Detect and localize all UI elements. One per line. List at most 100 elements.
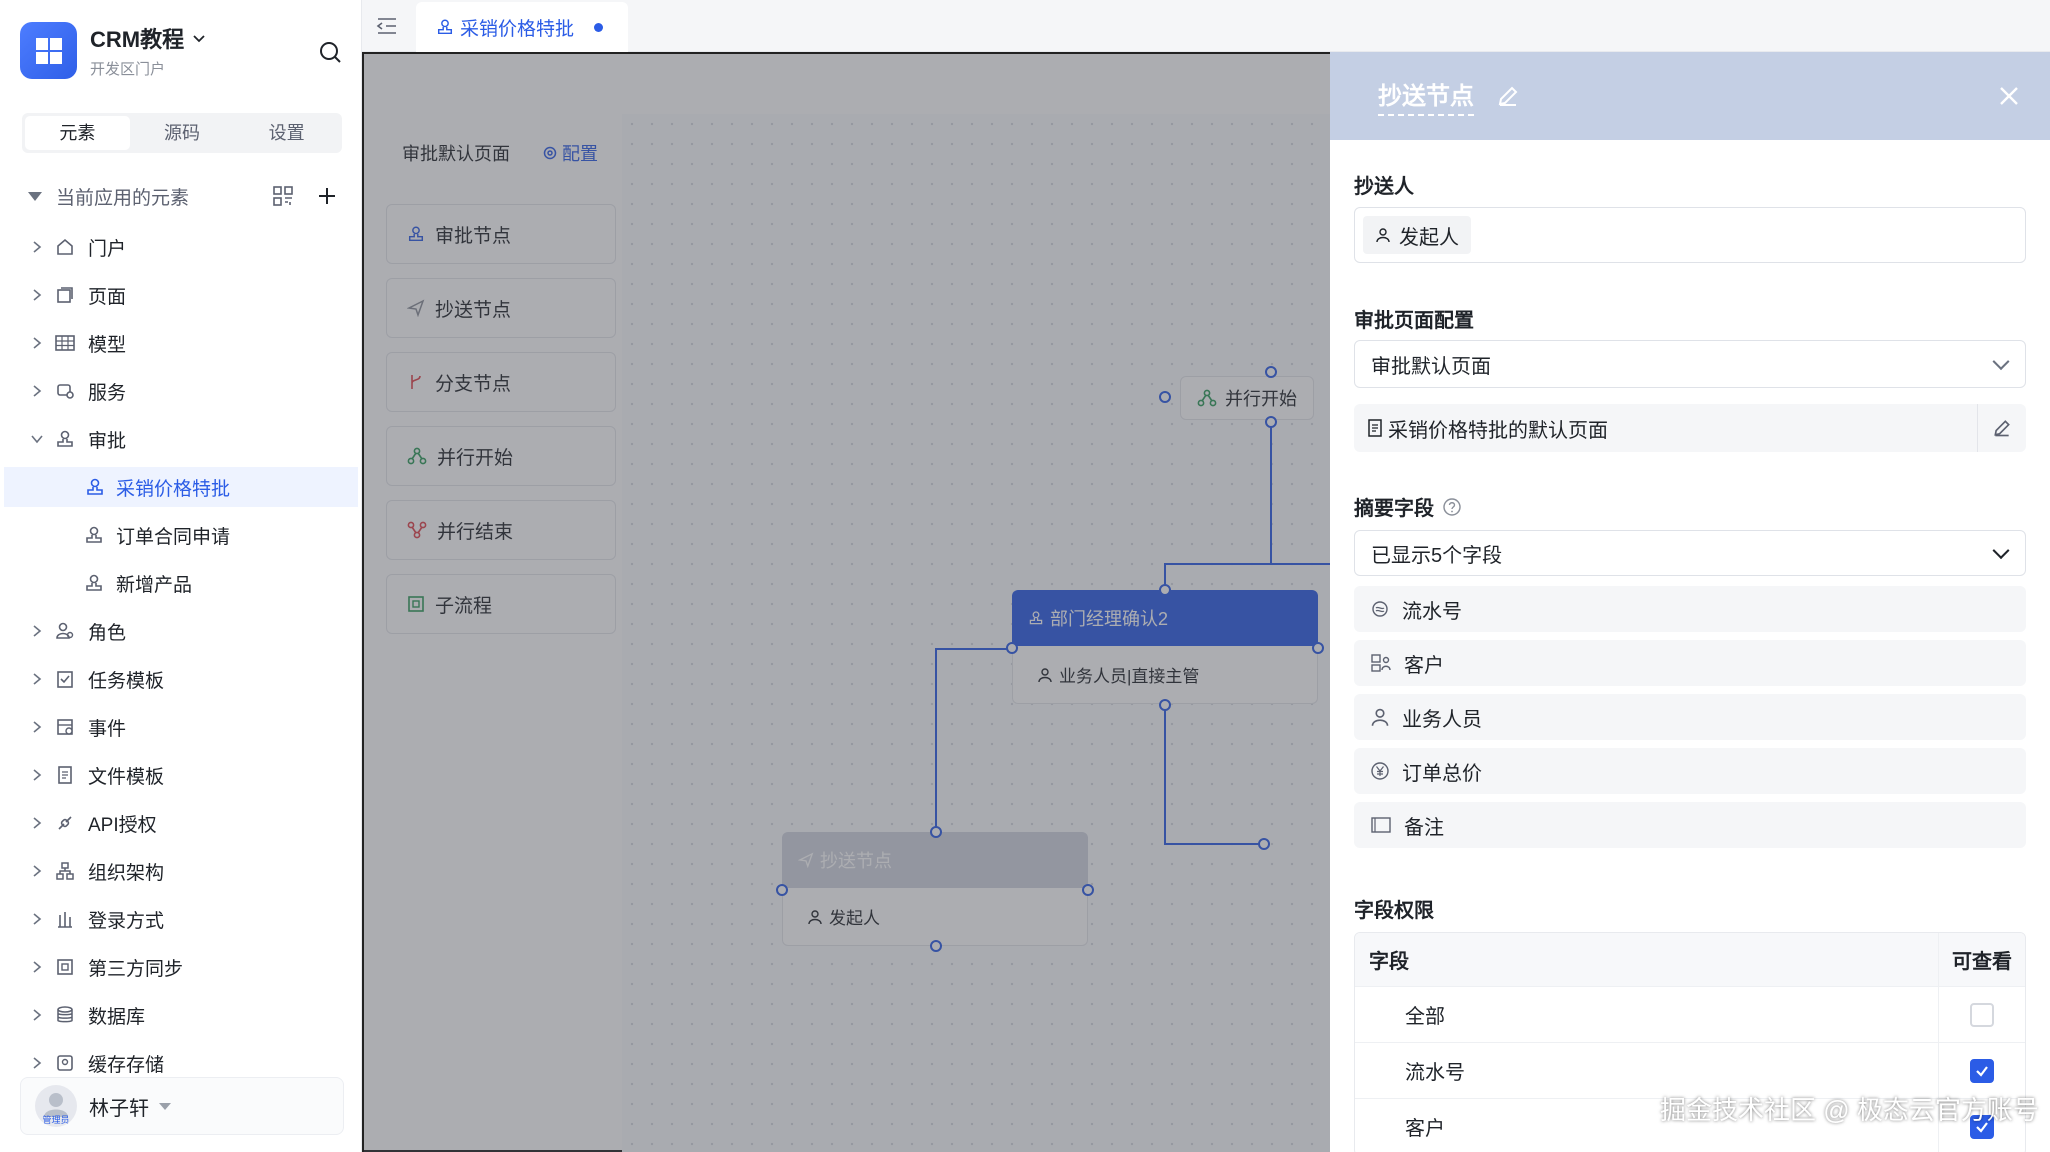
sidebar-item-label: 模型 <box>88 334 127 356</box>
page-link-label: 采销价格特批的默认页面 <box>1388 419 1608 442</box>
summary-field-label: 备注 <box>1404 816 1444 839</box>
caret-down-icon <box>159 1102 171 1110</box>
summary-fields-label: 摘要字段 <box>1354 492 1462 521</box>
chevron-right-icon <box>30 384 44 398</box>
sidebar-item-org[interactable]: 组织架构 <box>0 851 354 891</box>
stamp-icon <box>437 19 453 35</box>
app-header[interactable]: CRM教程 开发区门户 <box>20 22 206 79</box>
summary-field-row[interactable]: 订单总价 <box>1354 748 2026 794</box>
watermark: 掘金技术社区 @ 极态云官方账号 <box>1660 1095 2039 1125</box>
sidebar-item-label: 审批 <box>88 430 127 452</box>
login-icon <box>54 908 76 930</box>
stamp-icon <box>84 476 106 498</box>
sidebar-item-pages[interactable]: 页面 <box>0 275 354 315</box>
user-icon <box>1371 708 1389 726</box>
service-icon <box>54 380 76 402</box>
sidebar-item-new-product[interactable]: 新增产品 <box>0 563 354 603</box>
summary-label-text: 摘要字段 <box>1354 498 1434 520</box>
chevron-right-icon <box>30 1056 44 1070</box>
approval-page-link[interactable]: 采销价格特批的默认页面 <box>1354 404 2026 452</box>
sidebar-item-role[interactable]: 角色 <box>0 611 354 651</box>
summary-field-row[interactable]: 客户 <box>1354 640 2026 686</box>
cc-recipients-field[interactable]: 发起人 <box>1354 207 2026 263</box>
api-icon <box>54 812 76 834</box>
serial-number-icon <box>1372 601 1388 617</box>
edit-icon[interactable] <box>1496 84 1520 108</box>
sidebar-item-approval[interactable]: 审批 <box>0 419 354 459</box>
tab-source[interactable]: 源码 <box>130 116 235 150</box>
tab-elements[interactable]: 元素 <box>25 116 130 150</box>
help-icon[interactable] <box>1442 497 1462 517</box>
sidebar-item-portal[interactable]: 门户 <box>0 227 354 267</box>
event-icon <box>54 716 76 738</box>
sidebar-item-label: 组织架构 <box>88 862 165 884</box>
plus-icon[interactable] <box>316 185 338 207</box>
sidebar-item-label: 页面 <box>88 286 127 308</box>
tab-pricing-approval[interactable]: 采销价格特批 <box>416 2 628 52</box>
sidebar-item-database[interactable]: 数据库 <box>0 995 354 1035</box>
note-icon <box>1371 817 1391 833</box>
user-icon <box>1376 228 1390 243</box>
summary-field-label: 业务人员 <box>1402 708 1482 731</box>
sidebar-item-label: 服务 <box>88 382 127 404</box>
sidebar-item-label: 数据库 <box>88 1006 146 1028</box>
file-icon <box>54 764 76 786</box>
scan-icon[interactable] <box>272 185 294 207</box>
sidebar-item-label: 文件模板 <box>88 766 165 788</box>
sidebar-item-file-template[interactable]: 文件模板 <box>0 755 354 795</box>
user-menu[interactable]: 管理员 林子轩 <box>20 1077 344 1135</box>
table-icon <box>54 332 76 354</box>
drawer-title[interactable]: 抄送节点 <box>1378 76 1474 116</box>
caret-down-icon <box>28 191 42 201</box>
field-name: 全部 <box>1355 987 1939 1042</box>
database-icon <box>54 1004 76 1026</box>
page-config-label: 审批页面配置 <box>1354 310 1474 332</box>
chevron-right-icon <box>30 288 44 302</box>
app-subtitle: 开发区门户 <box>90 61 166 78</box>
summary-field-row[interactable]: 备注 <box>1354 802 2026 848</box>
chevron-right-icon <box>30 1008 44 1022</box>
sidebar-item-task-template[interactable]: 任务模板 <box>0 659 354 699</box>
edit-icon[interactable] <box>1992 418 2012 438</box>
column-header-visible: 可查看 <box>1952 951 2012 973</box>
sidebar-item-label: API授权 <box>88 814 157 836</box>
windows-logo-icon <box>20 22 77 79</box>
collapse-sidebar-icon[interactable] <box>376 16 398 36</box>
summary-field-row[interactable]: 业务人员 <box>1354 694 2026 740</box>
sidebar-item-order-contract[interactable]: 订单合同申请 <box>0 515 354 555</box>
visible-checkbox[interactable] <box>1970 1002 1994 1027</box>
stamp-icon <box>83 572 105 594</box>
sidebar-item-label: 门户 <box>88 238 127 260</box>
document-icon <box>1368 419 1382 437</box>
avatar: 管理员 <box>35 1085 77 1127</box>
sidebar-item-api-auth[interactable]: API授权 <box>0 803 354 843</box>
table-header-row: 字段 可查看 <box>1355 933 2025 987</box>
customer-icon <box>1371 654 1391 672</box>
tab-label: 采销价格特批 <box>460 18 575 40</box>
sidebar-item-login[interactable]: 登录方式 <box>0 899 354 939</box>
approval-page-select[interactable]: 审批默认页面 <box>1354 340 2026 388</box>
visible-checkbox[interactable] <box>1970 1058 1994 1083</box>
sidebar-item-service[interactable]: 服务 <box>0 371 354 411</box>
sidebar-item-model[interactable]: 模型 <box>0 323 354 363</box>
chevron-right-icon <box>30 336 44 350</box>
sidebar-item-label: 登录方式 <box>88 910 165 932</box>
chevron-right-icon <box>30 816 44 830</box>
summary-fields-select[interactable]: 已显示5个字段 <box>1354 530 2026 576</box>
tree-section-header[interactable]: 当前应用的元素 <box>28 180 338 212</box>
tab-settings[interactable]: 设置 <box>234 116 339 150</box>
sidebar-item-third-party-sync[interactable]: 第三方同步 <box>0 947 354 987</box>
sidebar-item-pricing-approval[interactable]: 采销价格特批 <box>4 467 358 507</box>
close-icon[interactable] <box>1997 84 2021 108</box>
search-icon[interactable] <box>318 40 342 64</box>
field-permission-label: 字段权限 <box>1354 900 1434 922</box>
role-icon <box>54 620 76 642</box>
chevron-down-icon[interactable] <box>192 31 206 45</box>
recipient-tag[interactable]: 发起人 <box>1363 216 1471 254</box>
org-icon <box>54 860 76 882</box>
summary-field-row[interactable]: 流水号 <box>1354 586 2026 632</box>
summary-field-label: 流水号 <box>1402 600 1462 623</box>
sidebar-item-label: 新增产品 <box>116 574 193 596</box>
yuan-icon <box>1371 762 1389 780</box>
sidebar-item-event[interactable]: 事件 <box>0 707 354 747</box>
